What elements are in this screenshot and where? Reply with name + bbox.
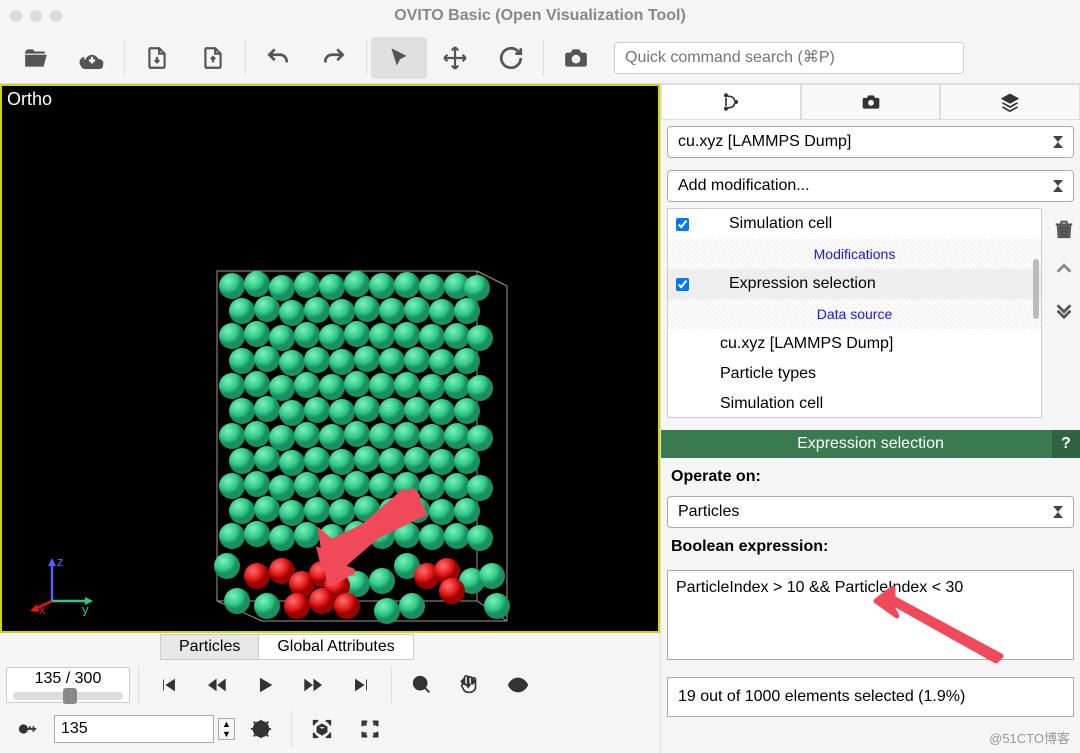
animation-controls: 135 / 300 ▲▼ [0, 661, 660, 753]
expression-label: Boolean expression: [671, 538, 1070, 556]
fast-forward-icon[interactable] [291, 667, 335, 703]
pipeline-section-header: Modifications [668, 239, 1041, 269]
window-controls[interactable] [10, 10, 62, 22]
item-check[interactable] [676, 278, 689, 291]
svg-text:x: x [39, 602, 46, 616]
pipeline-item-selected[interactable]: Expression selection [668, 269, 1041, 299]
right-panel-tabs [661, 84, 1080, 120]
download-icon[interactable] [64, 37, 120, 79]
cursor-tool-icon[interactable] [371, 37, 427, 79]
operate-on-label: Operate on: [671, 468, 1070, 486]
tab-particles[interactable]: Particles [160, 634, 259, 660]
frame-input[interactable] [54, 715, 214, 743]
pipeline-section-header: Data source [668, 299, 1041, 329]
titlebar: OVITO Basic (Open Visualization Tool) [0, 0, 1080, 32]
svg-text:y: y [82, 602, 89, 616]
skip-end-icon[interactable] [339, 667, 383, 703]
pan-icon[interactable] [448, 667, 492, 703]
app-title: OVITO Basic (Open Visualization Tool) [394, 7, 686, 25]
tab-global[interactable]: Global Attributes [258, 634, 413, 660]
rewind-icon[interactable] [195, 667, 239, 703]
render-icon[interactable] [548, 37, 604, 79]
help-button[interactable]: ? [1052, 430, 1080, 458]
frame-label: 135 / 300 [35, 670, 102, 688]
item-check[interactable] [676, 218, 689, 231]
axis-triad: z y x [27, 556, 97, 616]
pipeline-item[interactable]: Particle types [668, 359, 1041, 389]
viewport-mode: Ortho [7, 89, 52, 110]
pipeline-list[interactable]: Simulation cell Modifications Expression… [667, 208, 1042, 418]
expression-input[interactable] [667, 570, 1074, 660]
fit-view-icon[interactable] [300, 711, 344, 747]
search-input[interactable] [614, 42, 964, 74]
key-icon[interactable] [6, 711, 50, 747]
pipeline-item[interactable]: cu.xyz [LAMMPS Dump] [668, 329, 1041, 359]
move-down-icon[interactable] [1053, 298, 1075, 320]
skip-start-icon[interactable] [147, 667, 191, 703]
svg-text:z: z [57, 556, 64, 569]
export-icon[interactable] [185, 37, 241, 79]
open-file-icon[interactable] [8, 37, 64, 79]
selection-status: 19 out of 1000 elements selected (1.9%) [667, 677, 1074, 717]
eye-icon[interactable] [496, 667, 540, 703]
main-toolbar [0, 32, 1080, 84]
scrollbar[interactable] [1033, 259, 1039, 319]
redo-icon[interactable] [306, 37, 362, 79]
settings-icon[interactable] [239, 711, 283, 747]
particle-rendering [212, 266, 512, 626]
play-icon[interactable] [243, 667, 287, 703]
tab-pipeline-icon[interactable] [661, 84, 801, 120]
panel-header: Expression selection ? [661, 430, 1080, 458]
add-modification-dropdown[interactable]: Add modification... [667, 170, 1074, 202]
undo-icon[interactable] [250, 37, 306, 79]
pipeline-item[interactable]: Simulation cell [668, 389, 1041, 418]
zoom-icon[interactable] [400, 667, 444, 703]
frame-indicator: 135 / 300 [6, 667, 130, 703]
timeline-slider[interactable] [13, 692, 123, 700]
move-up-icon[interactable] [1053, 258, 1075, 280]
tab-camera-icon[interactable] [801, 84, 941, 120]
import-icon[interactable] [129, 37, 185, 79]
rotate-tool-icon[interactable] [483, 37, 539, 79]
move-tool-icon[interactable] [427, 37, 483, 79]
pipeline-item[interactable]: Simulation cell [668, 209, 1041, 239]
bottom-tabs: Particles Global Attributes [0, 633, 660, 661]
watermark: @51CTO博客 [989, 728, 1070, 747]
pipeline-side-tools [1048, 208, 1080, 424]
delete-icon[interactable] [1053, 218, 1075, 240]
source-dropdown[interactable]: cu.xyz [LAMMPS Dump] [667, 126, 1074, 158]
tab-layers-icon[interactable] [940, 84, 1080, 120]
viewport[interactable]: Ortho [0, 84, 660, 633]
fullscreen-icon[interactable] [348, 711, 392, 747]
operate-on-dropdown[interactable]: Particles [667, 496, 1074, 528]
